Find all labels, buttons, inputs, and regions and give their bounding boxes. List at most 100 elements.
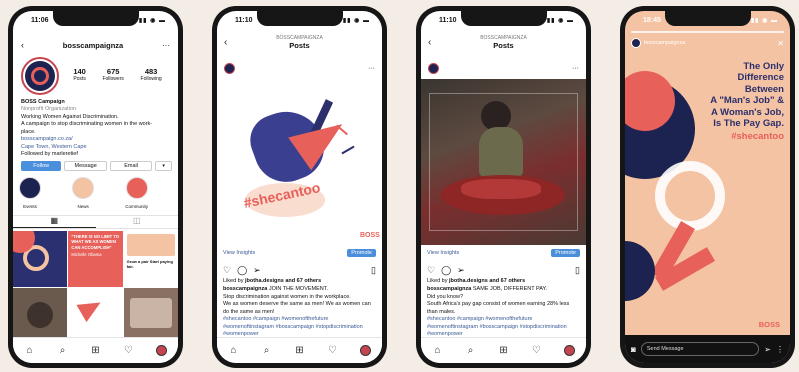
- story-username[interactable]: bosscampaignza: [644, 40, 777, 46]
- add-icon[interactable]: ⊞: [89, 344, 103, 358]
- followed-by[interactable]: Followed by marleretief: [21, 151, 172, 158]
- following-count: 483: [144, 67, 158, 76]
- send-message-input[interactable]: Send Message: [640, 342, 760, 356]
- more-icon[interactable]: ···: [162, 41, 170, 50]
- stat-following[interactable]: 483 Following: [141, 67, 162, 82]
- chevron-down-icon[interactable]: ▾: [155, 161, 173, 171]
- heart-icon[interactable]: ♡: [223, 265, 231, 276]
- search-icon[interactable]: ⌕: [464, 344, 478, 358]
- share-icon[interactable]: ➢: [457, 265, 465, 276]
- post-image[interactable]: #shecantoo BOSS: [217, 79, 382, 245]
- story-hashtag: #shecantoo: [731, 131, 784, 143]
- story-avatar[interactable]: [631, 38, 641, 48]
- home-icon[interactable]: ⌂: [23, 344, 37, 358]
- notch: [664, 11, 751, 26]
- bookmark-icon[interactable]: ▯: [371, 265, 376, 276]
- post-header: ···: [224, 61, 375, 75]
- grid-post[interactable]: Grow a pair Start paying fair.: [123, 231, 178, 287]
- highlight-community-icon: [125, 177, 148, 199]
- home-icon[interactable]: ⌂: [431, 344, 445, 358]
- search-icon[interactable]: ⌕: [56, 344, 70, 358]
- home-icon[interactable]: ⌂: [227, 344, 241, 358]
- grid-post[interactable]: [13, 231, 68, 287]
- highlight-label: Community: [125, 204, 148, 209]
- header-title: Posts: [289, 41, 310, 50]
- profile-location[interactable]: Cape Town, Western Cape: [21, 144, 172, 151]
- posts-header: ‹ BOSSCAMPAIGNZA Posts: [217, 33, 382, 55]
- promote-button[interactable]: Promote: [551, 249, 580, 257]
- grid-post[interactable]: "THERE IS NO LIMIT TO WHAT WE AS WOMEN C…: [68, 231, 123, 287]
- comment-icon[interactable]: ◯: [237, 265, 247, 276]
- highlight-community[interactable]: Community: [125, 177, 148, 209]
- highlight-events[interactable]: Events: [19, 177, 41, 209]
- insights-bar: View Insights Promote: [427, 247, 580, 259]
- bookmark-icon[interactable]: ▯: [575, 265, 580, 276]
- caption-line: South Africa's pay gap consist of women …: [427, 301, 570, 315]
- boss-logo: BOSS: [360, 231, 380, 239]
- story-reply-bar: ◙ Send Message ➢ ⋮: [625, 335, 790, 363]
- caption-hashtags[interactable]: #shecantoo #campaign #womenofthefuture #…: [427, 316, 581, 338]
- profile-avatar-icon[interactable]: [359, 344, 373, 358]
- search-icon[interactable]: ⌕: [260, 344, 274, 358]
- heart-icon[interactable]: ♡: [122, 344, 136, 358]
- grid-icon[interactable]: ▦: [13, 216, 96, 228]
- headline-line: A "Man's Job" &: [710, 95, 784, 107]
- close-icon[interactable]: ✕: [777, 39, 784, 48]
- add-icon[interactable]: ⊞: [497, 344, 511, 358]
- boss-logo: BOSS: [758, 320, 780, 329]
- follow-button[interactable]: Follow: [21, 161, 62, 171]
- likes-count[interactable]: and 67 others: [489, 278, 525, 284]
- following-label: Following: [140, 76, 162, 82]
- back-icon[interactable]: ‹: [428, 37, 431, 48]
- tagged-icon[interactable]: ◫: [96, 216, 179, 228]
- comment-icon[interactable]: ◯: [441, 265, 451, 276]
- notch: [460, 11, 547, 26]
- headline-line: Between: [744, 83, 784, 95]
- back-icon[interactable]: ‹: [224, 37, 227, 48]
- highlight-label: Events: [23, 204, 37, 209]
- stat-followers[interactable]: 675 Followers: [102, 67, 123, 82]
- post-avatar[interactable]: [224, 62, 235, 74]
- heart-icon[interactable]: ♡: [427, 265, 435, 276]
- caption-hashtags[interactable]: #shecantoo #campaign #womenofthefuture #…: [223, 316, 377, 338]
- heart-icon[interactable]: ♡: [326, 344, 340, 358]
- likes-user[interactable]: jbotha.designs: [449, 278, 488, 284]
- post-photo[interactable]: [421, 79, 586, 245]
- grid-post[interactable]: [123, 287, 178, 343]
- camera-icon[interactable]: ◙: [631, 345, 636, 354]
- more-icon[interactable]: ···: [368, 65, 375, 72]
- more-icon[interactable]: ⋮: [776, 345, 784, 354]
- likes-prefix: Liked by: [223, 278, 244, 284]
- add-icon[interactable]: ⊞: [293, 344, 307, 358]
- avatar[interactable]: [21, 57, 59, 95]
- phone-post-shecantoo: 11:10 ▮▮ ◉ ▬ ‹ BOSSCAMPAIGNZA Posts ··· #sh…: [212, 6, 387, 368]
- profile-link[interactable]: bosscampaign.co.za/: [21, 136, 172, 143]
- view-insights-link[interactable]: View Insights: [223, 250, 347, 256]
- promote-button[interactable]: Promote: [347, 249, 376, 257]
- profile-avatar-icon[interactable]: [563, 344, 577, 358]
- bottom-nav: ⌂ ⌕ ⊞ ♡: [421, 337, 586, 363]
- likes-user[interactable]: jbotha.designs: [245, 278, 284, 284]
- post-grid: "THERE IS NO LIMIT TO WHAT WE AS WOMEN C…: [13, 231, 178, 343]
- stat-posts[interactable]: 140 Posts: [73, 67, 86, 82]
- status-time: 11:10: [235, 17, 253, 24]
- heart-icon[interactable]: ♡: [530, 344, 544, 358]
- grid-post[interactable]: [13, 287, 68, 343]
- highlight-news[interactable]: News: [72, 177, 95, 209]
- likes-count[interactable]: and 67 others: [285, 278, 321, 284]
- share-icon[interactable]: ➢: [253, 265, 261, 276]
- followers-label: Followers: [102, 76, 124, 82]
- story-highlights: Events News Community: [19, 177, 148, 209]
- caption-line: We as women deserve the same as men! We …: [223, 301, 371, 315]
- view-insights-link[interactable]: View Insights: [427, 250, 551, 256]
- post-avatar[interactable]: [428, 62, 439, 74]
- send-icon[interactable]: ➢: [764, 345, 771, 354]
- bio-line: A campaign to stop discriminating women …: [21, 121, 153, 128]
- caption-user[interactable]: bosscampaignza: [223, 286, 267, 292]
- more-icon[interactable]: ···: [572, 65, 579, 72]
- profile-avatar-icon[interactable]: [155, 344, 169, 358]
- caption-user[interactable]: bosscampaignza: [427, 286, 471, 292]
- email-button[interactable]: Email: [109, 161, 153, 171]
- grid-post[interactable]: [68, 287, 123, 343]
- message-button[interactable]: Message: [64, 161, 107, 171]
